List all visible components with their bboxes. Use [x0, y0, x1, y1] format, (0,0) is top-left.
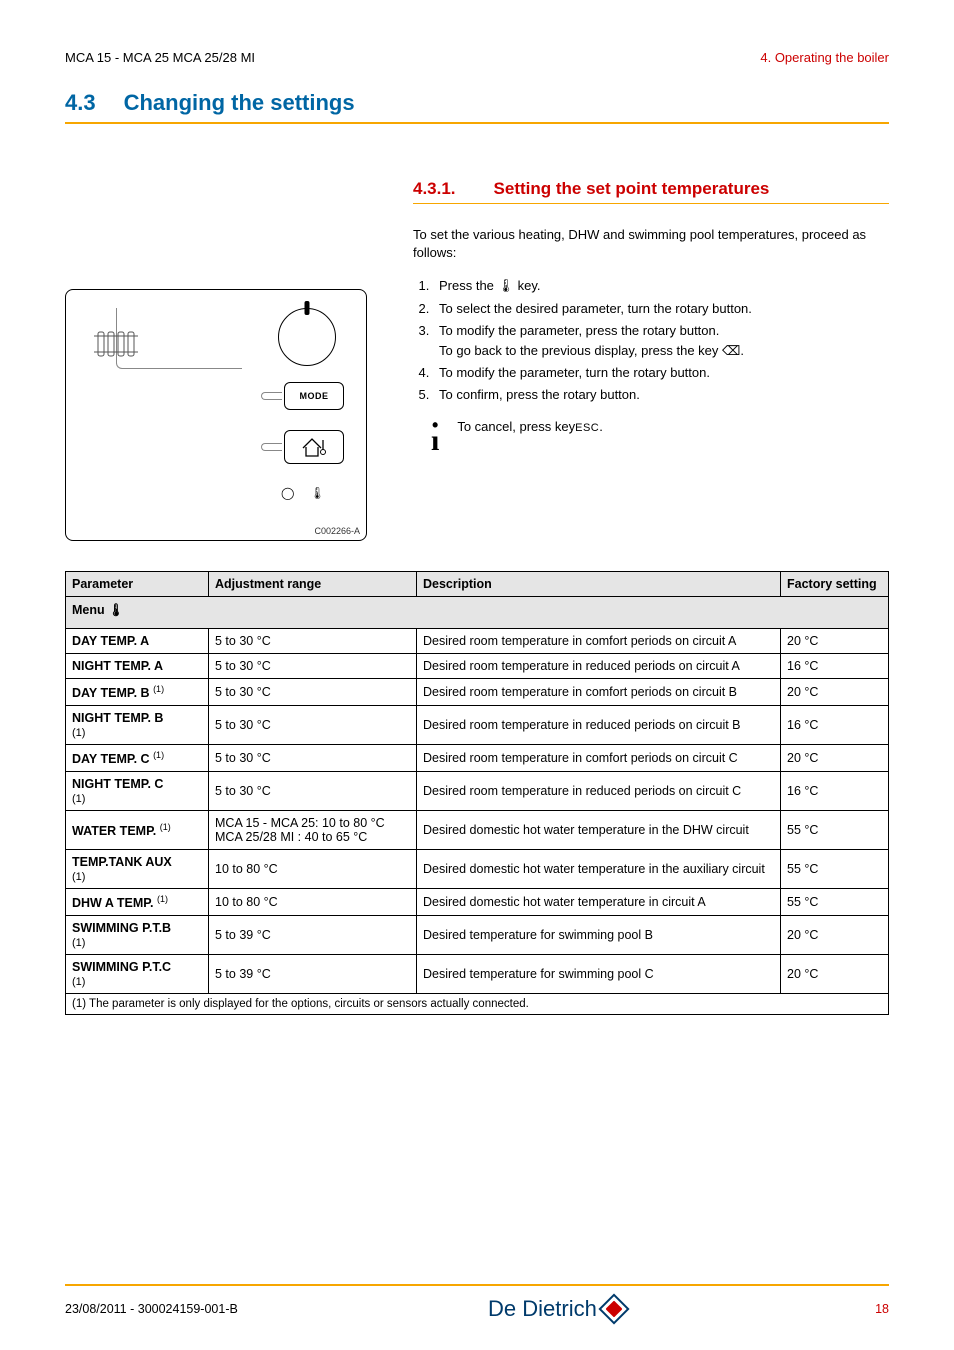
table-header-row: Parameter Adjustment range Description F…: [66, 572, 889, 597]
cell-factory: 16 °C: [781, 772, 889, 811]
th-desc: Description: [417, 572, 781, 597]
subsection-number: 4.3.1.: [413, 179, 456, 199]
cell-param: NIGHT TEMP. A: [66, 654, 209, 679]
cell-desc: Desired temperature for swimming pool C: [417, 955, 781, 994]
cell-range: 5 to 30 °C: [209, 772, 417, 811]
cell-range: 5 to 30 °C: [209, 654, 417, 679]
cell-factory: 20 °C: [781, 679, 889, 706]
cell-desc: Desired domestic hot water temperature i…: [417, 811, 781, 850]
table-row: WATER TEMP. (1)MCA 15 - MCA 25: 10 to 80…: [66, 811, 889, 850]
cell-range: 10 to 80 °C: [209, 850, 417, 889]
cell-factory: 20 °C: [781, 916, 889, 955]
cell-desc: Desired domestic hot water temperature i…: [417, 889, 781, 916]
cell-factory: 55 °C: [781, 889, 889, 916]
cell-param: DAY TEMP. B (1): [66, 679, 209, 706]
cell-desc: Desired domestic hot water temperature i…: [417, 850, 781, 889]
cell-range: 5 to 30 °C: [209, 706, 417, 745]
cell-desc: Desired room temperature in comfort peri…: [417, 679, 781, 706]
header-left: MCA 15 - MCA 25 MCA 25/28 MI: [65, 50, 255, 65]
table-row: SWIMMING P.T.C(1)5 to 39 °CDesired tempe…: [66, 955, 889, 994]
cell-range: 5 to 39 °C: [209, 916, 417, 955]
figure-caption: C002266-A: [314, 526, 360, 536]
step: Press the 🌡 key.: [433, 276, 889, 296]
table-row: DAY TEMP. C (1)5 to 30 °CDesired room te…: [66, 745, 889, 772]
cell-param: SWIMMING P.T.C(1): [66, 955, 209, 994]
rotary-dial-icon: [278, 308, 336, 366]
page-header: MCA 15 - MCA 25 MCA 25/28 MI 4. Operatin…: [65, 50, 889, 65]
cell-desc: Desired room temperature in reduced peri…: [417, 654, 781, 679]
cell-desc: Desired room temperature in reduced peri…: [417, 706, 781, 745]
table-row: NIGHT TEMP. B(1)5 to 30 °CDesired room t…: [66, 706, 889, 745]
table-row: DAY TEMP. A5 to 30 °CDesired room temper…: [66, 629, 889, 654]
cell-param: DAY TEMP. A: [66, 629, 209, 654]
page-footer: 23/08/2011 - 300024159-001-B De Dietrich…: [65, 1284, 889, 1322]
radiator-icon: [94, 326, 144, 360]
th-range: Adjustment range: [209, 572, 417, 597]
cell-factory: 55 °C: [781, 850, 889, 889]
note-text: To cancel, press keyESC.: [457, 419, 603, 434]
info-note: ı To cancel, press keyESC.: [413, 419, 889, 451]
temp-button: [284, 430, 344, 464]
th-factory: Factory setting: [781, 572, 889, 597]
table-footnote: (1) The parameter is only displayed for …: [66, 994, 889, 1015]
section-number: 4.3: [65, 90, 96, 116]
bottom-icons: ◯ 🌡: [281, 486, 331, 500]
header-right: 4. Operating the boiler: [760, 50, 889, 65]
cell-range: 5 to 39 °C: [209, 955, 417, 994]
cell-range: 10 to 80 °C: [209, 889, 417, 916]
cell-param: NIGHT TEMP. C(1): [66, 772, 209, 811]
table-row: DAY TEMP. B (1)5 to 30 °CDesired room te…: [66, 679, 889, 706]
cell-desc: Desired temperature for swimming pool B: [417, 916, 781, 955]
subsection-title: Setting the set point temperatures: [494, 179, 770, 199]
step: To modify the parameter, turn the rotary…: [433, 363, 889, 383]
step: To select the desired parameter, turn th…: [433, 299, 889, 319]
figure-column: MODE ◯ 🌡 C002266-A: [65, 179, 385, 541]
table-row: DHW A TEMP. (1)10 to 80 °CDesired domest…: [66, 889, 889, 916]
intro-text: To set the various heating, DHW and swim…: [413, 226, 889, 262]
table-row: NIGHT TEMP. C(1)5 to 30 °CDesired room t…: [66, 772, 889, 811]
table-row: SWIMMING P.T.B(1)5 to 39 °CDesired tempe…: [66, 916, 889, 955]
page-number: 18: [875, 1302, 889, 1316]
steps-list: Press the 🌡 key. To select the desired p…: [413, 276, 889, 405]
table-row: NIGHT TEMP. A5 to 30 °CDesired room temp…: [66, 654, 889, 679]
mode-button: MODE: [284, 382, 344, 410]
cell-factory: 16 °C: [781, 654, 889, 679]
subsection-heading: 4.3.1. Setting the set point temperature…: [413, 179, 889, 204]
cell-range: 5 to 30 °C: [209, 745, 417, 772]
cell-desc: Desired room temperature in comfort peri…: [417, 629, 781, 654]
cell-range: 5 to 30 °C: [209, 629, 417, 654]
step: To modify the parameter, press the rotar…: [433, 321, 889, 361]
th-param: Parameter: [66, 572, 209, 597]
device-illustration: MODE ◯ 🌡 C002266-A: [65, 289, 367, 541]
house-temp-icon: [301, 436, 327, 458]
cell-range: 5 to 30 °C: [209, 679, 417, 706]
section-title: Changing the settings: [124, 90, 355, 116]
table-title: Menu 🌡: [66, 597, 889, 629]
info-icon: ı: [431, 419, 439, 451]
cell-factory: 20 °C: [781, 629, 889, 654]
cell-desc: Desired room temperature in reduced peri…: [417, 772, 781, 811]
cell-param: DHW A TEMP. (1): [66, 889, 209, 916]
table-row: TEMP.TANK AUX(1)10 to 80 °CDesired domes…: [66, 850, 889, 889]
cell-param: NIGHT TEMP. B(1): [66, 706, 209, 745]
parameter-table: Menu 🌡 Parameter Adjustment range Descri…: [65, 571, 889, 1015]
cell-param: TEMP.TANK AUX(1): [66, 850, 209, 889]
cell-param: DAY TEMP. C (1): [66, 745, 209, 772]
footer-left: 23/08/2011 - 300024159-001-B: [65, 1302, 238, 1316]
cell-factory: 16 °C: [781, 706, 889, 745]
cell-factory: 55 °C: [781, 811, 889, 850]
brand-logo: De Dietrich: [488, 1296, 625, 1322]
cell-param: WATER TEMP. (1): [66, 811, 209, 850]
section-heading: 4.3 Changing the settings: [65, 90, 889, 124]
cell-range: MCA 15 - MCA 25: 10 to 80 °C MCA 25/28 M…: [209, 811, 417, 850]
cell-desc: Desired room temperature in comfort peri…: [417, 745, 781, 772]
step: To confirm, press the rotary button.: [433, 385, 889, 405]
cell-factory: 20 °C: [781, 955, 889, 994]
brand-diamond-icon: [598, 1293, 629, 1324]
cell-param: SWIMMING P.T.B(1): [66, 916, 209, 955]
cell-factory: 20 °C: [781, 745, 889, 772]
